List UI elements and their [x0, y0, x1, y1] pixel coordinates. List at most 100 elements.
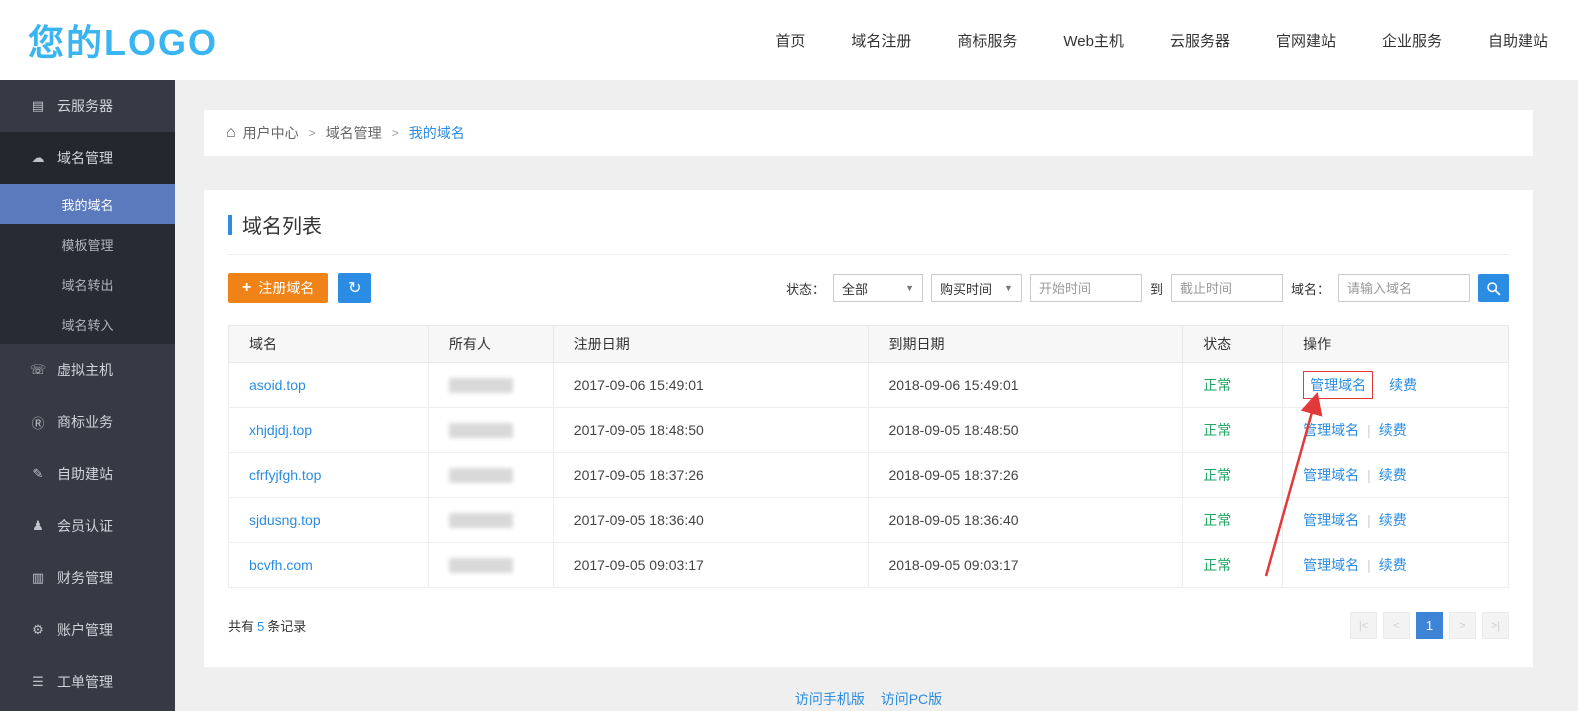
- member-icon: ♟: [28, 518, 48, 534]
- nav-domain-register[interactable]: 域名注册: [851, 30, 911, 51]
- sidebar-item-ticket[interactable]: ☰ 工单管理: [0, 656, 175, 708]
- sidebar-subitem-domain-transfer-in[interactable]: 域名转入: [0, 304, 175, 344]
- start-date-input[interactable]: [1030, 274, 1142, 302]
- table-header-row: 域名 所有人 注册日期 到期日期 状态 操作: [229, 326, 1509, 363]
- breadcrumb-user-center[interactable]: 用户中心: [243, 123, 299, 143]
- owner-redacted: [449, 513, 513, 528]
- owner-redacted: [449, 378, 513, 393]
- page-footer: 访问手机版 访问PC版: [204, 689, 1533, 709]
- manage-domain-link[interactable]: 管理域名: [1303, 422, 1359, 438]
- summary-suffix: 条记录: [267, 619, 306, 634]
- domain-link[interactable]: cfrfyjfgh.top: [249, 467, 321, 483]
- time-type-value: 购买时间: [940, 279, 992, 298]
- renew-link[interactable]: 续费: [1389, 377, 1417, 393]
- nav-enterprise-service[interactable]: 企业服务: [1382, 30, 1442, 51]
- mobile-version-link[interactable]: 访问手机版: [795, 691, 865, 707]
- manage-domain-link[interactable]: 管理域名: [1303, 512, 1359, 528]
- renew-link[interactable]: 续费: [1379, 512, 1407, 528]
- sidebar-item-label: 虚拟主机: [57, 360, 113, 380]
- status-badge: 正常: [1203, 377, 1231, 393]
- domain-link[interactable]: asoid.top: [249, 377, 306, 393]
- sidebar-subitem-domain-transfer-out[interactable]: 域名转出: [0, 264, 175, 304]
- top-header: 您的LOGO 首页 域名注册 商标服务 Web主机 云服务器 官网建站 企业服务…: [0, 0, 1578, 80]
- end-date-input[interactable]: [1171, 274, 1283, 302]
- nav-web-hosting[interactable]: Web主机: [1063, 30, 1124, 51]
- search-button[interactable]: [1478, 274, 1509, 302]
- domain-link[interactable]: bcvfh.com: [249, 557, 313, 573]
- home-icon: ⌂: [226, 124, 236, 142]
- sidebar-subitem-template-management[interactable]: 模板管理: [0, 224, 175, 264]
- manage-domain-link[interactable]: 管理域名: [1303, 557, 1359, 573]
- expire-date: 2018-09-05 18:48:50: [868, 408, 1183, 453]
- nav-site-builder[interactable]: 自助建站: [1488, 30, 1548, 51]
- nav-official-site[interactable]: 官网建站: [1276, 30, 1336, 51]
- domain-filter-label: 域名：: [1291, 279, 1330, 298]
- record-count: 5: [257, 619, 264, 634]
- refresh-button[interactable]: ↻: [338, 273, 371, 303]
- nav-trademark-service[interactable]: 商标服务: [957, 30, 1017, 51]
- ticket-icon: ☰: [28, 674, 48, 690]
- page-title: 域名列表: [242, 210, 322, 239]
- sidebar-item-account[interactable]: ⚙ 账户管理: [0, 604, 175, 656]
- gear-icon: ⚙: [28, 622, 48, 638]
- action-divider: |: [1367, 557, 1371, 573]
- expire-date: 2018-09-06 15:49:01: [868, 363, 1183, 408]
- sidebar-item-member-auth[interactable]: ♟ 会员认证: [0, 500, 175, 552]
- register-domain-button[interactable]: + 注册域名: [228, 273, 328, 303]
- breadcrumb: ⌂ 用户中心 > 域名管理 > 我的域名: [204, 110, 1533, 156]
- sidebar-submenu: 我的域名 模板管理 域名转出 域名转入: [0, 184, 175, 344]
- register-date: 2017-09-06 15:49:01: [553, 363, 868, 408]
- sidebar-item-cloud-server[interactable]: ▤ 云服务器: [0, 80, 175, 132]
- sidebar-item-domain-management[interactable]: ☁ 域名管理: [0, 132, 175, 184]
- sidebar-subitem-my-domains[interactable]: 我的域名: [0, 184, 175, 224]
- column-header-register-date: 注册日期: [553, 326, 868, 363]
- next-page-button[interactable]: >: [1449, 612, 1476, 639]
- status-select[interactable]: 全部 ▼: [833, 274, 923, 302]
- renew-link[interactable]: 续费: [1379, 467, 1407, 483]
- domain-search-input[interactable]: [1338, 274, 1470, 302]
- domain-table: 域名 所有人 注册日期 到期日期 状态 操作 asoid.top 2017-09…: [228, 325, 1509, 588]
- manage-domain-link[interactable]: 管理域名: [1310, 377, 1366, 393]
- register-date: 2017-09-05 09:03:17: [553, 543, 868, 588]
- record-summary: 共有5条记录: [228, 616, 306, 635]
- sidebar-item-virtual-host[interactable]: ☏ 虚拟主机: [0, 344, 175, 396]
- current-page-button[interactable]: 1: [1416, 612, 1443, 639]
- time-type-select[interactable]: 购买时间 ▼: [931, 274, 1022, 302]
- sidebar-item-finance[interactable]: ▥ 财务管理: [0, 552, 175, 604]
- register-date: 2017-09-05 18:36:40: [553, 498, 868, 543]
- domain-link[interactable]: xhjdjdj.top: [249, 422, 312, 438]
- toolbar: + 注册域名 ↻ 状态： 全部 ▼ 购买时间 ▼ 到 域名：: [228, 273, 1509, 303]
- table-row: sjdusng.top 2017-09-05 18:36:40 2018-09-…: [229, 498, 1509, 543]
- status-badge: 正常: [1203, 557, 1231, 573]
- prev-page-button[interactable]: <: [1383, 612, 1410, 639]
- sidebar-item-site-builder[interactable]: ✎ 自助建站: [0, 448, 175, 500]
- breadcrumb-domain-management[interactable]: 域名管理: [326, 123, 382, 143]
- last-page-button[interactable]: >|: [1482, 612, 1509, 639]
- owner-redacted: [449, 423, 513, 438]
- sidebar-item-label: 工单管理: [57, 672, 113, 692]
- nav-cloud-server[interactable]: 云服务器: [1170, 30, 1230, 51]
- table-footer: 共有5条记录 |< < 1 > >|: [228, 612, 1509, 639]
- domain-link[interactable]: sjdusng.top: [249, 512, 321, 528]
- column-header-status: 状态: [1183, 326, 1283, 363]
- sidebar-item-label: 云服务器: [57, 96, 113, 116]
- pc-version-link[interactable]: 访问PC版: [881, 691, 942, 707]
- nav-home[interactable]: 首页: [775, 30, 805, 51]
- server-icon: ▤: [28, 98, 48, 114]
- manage-domain-link[interactable]: 管理域名: [1303, 467, 1359, 483]
- column-header-domain: 域名: [229, 326, 429, 363]
- breadcrumb-my-domains[interactable]: 我的域名: [409, 123, 465, 143]
- domain-list-card: 域名列表 + 注册域名 ↻ 状态： 全部 ▼ 购买时间 ▼: [204, 190, 1533, 667]
- column-header-owner: 所有人: [428, 326, 553, 363]
- status-badge: 正常: [1203, 512, 1231, 528]
- expire-date: 2018-09-05 09:03:17: [868, 543, 1183, 588]
- action-divider: |: [1367, 512, 1371, 528]
- renew-link[interactable]: 续费: [1379, 557, 1407, 573]
- sidebar-item-trademark[interactable]: Ⓡ 商标业务: [0, 396, 175, 448]
- table-row: xhjdjdj.top 2017-09-05 18:48:50 2018-09-…: [229, 408, 1509, 453]
- plus-icon: +: [242, 279, 251, 297]
- renew-link[interactable]: 续费: [1379, 422, 1407, 438]
- first-page-button[interactable]: |<: [1350, 612, 1377, 639]
- site-builder-icon: ✎: [28, 466, 48, 482]
- action-divider: |: [1367, 422, 1371, 438]
